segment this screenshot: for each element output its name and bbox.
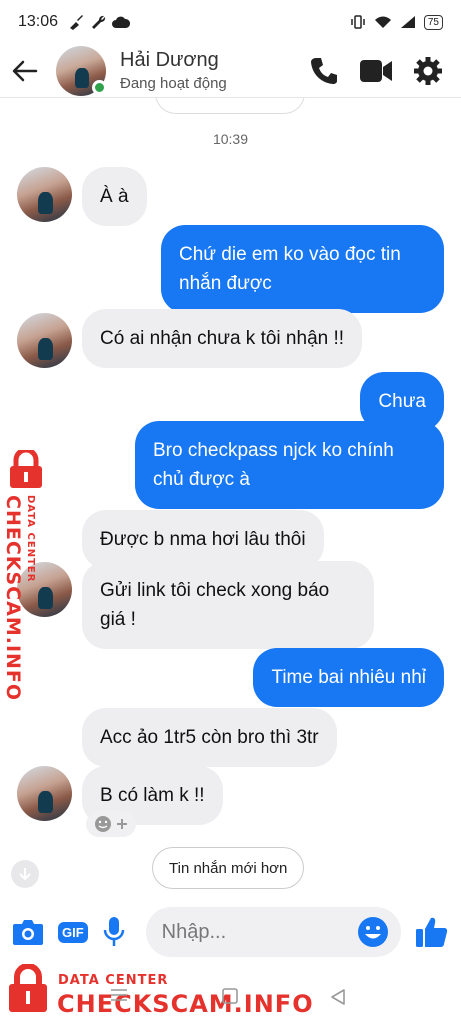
newer-messages-button[interactable]: Tin nhắn mới hơn xyxy=(152,847,305,889)
watermark-side: CHECKSCAM.INFO DATA CENTER xyxy=(0,450,50,701)
smiley-icon xyxy=(95,816,111,832)
avatar[interactable] xyxy=(17,313,72,368)
plus-icon xyxy=(117,819,127,829)
back-button[interactable] xyxy=(0,44,50,98)
emoji-icon[interactable] xyxy=(357,916,389,948)
message-input-placeholder: Nhập... xyxy=(161,920,227,943)
avatar[interactable] xyxy=(17,766,72,821)
chat-header: Hải Dương Đang hoạt động xyxy=(0,44,461,98)
message-list[interactable]: 10:39 À à Chứ die em ko vào đọc tin nhắn… xyxy=(0,98,461,896)
nav-menu-button[interactable] xyxy=(110,988,128,1002)
lock-icon xyxy=(10,450,42,488)
nav-back-button[interactable] xyxy=(330,988,346,1006)
arrow-left-icon xyxy=(12,60,38,81)
contact-status: Đang hoạt động xyxy=(120,75,227,92)
vibrate-icon xyxy=(351,15,365,29)
message-bubble[interactable]: Bro checkpass njck ko chính chủ được à xyxy=(135,421,444,509)
phone-call-icon[interactable] xyxy=(309,56,339,86)
add-reaction-button[interactable] xyxy=(86,811,136,837)
watermark-small: DATA CENTER xyxy=(58,973,169,988)
timestamp: 10:39 xyxy=(212,131,249,147)
contact-info[interactable]: Hải Dương Đang hoạt động xyxy=(120,49,227,92)
arrow-down-icon xyxy=(19,868,31,881)
message-line: chủ được à xyxy=(153,469,251,490)
gear-icon[interactable] xyxy=(413,56,443,86)
watermark-brand: CHECKSCAM.INFO xyxy=(2,495,24,702)
nav-home-button[interactable] xyxy=(222,988,238,1004)
gif-button[interactable]: GIF xyxy=(58,921,88,943)
message-line: Chứ die em ko vào đọc tin xyxy=(179,244,401,265)
status-bar: 13:06 75 xyxy=(0,0,461,44)
message-line: nhắn được xyxy=(179,273,272,294)
wifi-icon xyxy=(374,16,391,28)
square-icon xyxy=(222,988,238,1004)
status-time: 13:06 xyxy=(18,13,59,30)
contact-name: Hải Dương xyxy=(120,49,219,71)
signal-icon xyxy=(400,16,415,28)
online-indicator xyxy=(92,79,107,95)
broom-icon xyxy=(70,15,84,30)
microphone-icon[interactable] xyxy=(102,916,126,948)
video-call-icon[interactable] xyxy=(359,58,393,84)
camera-icon[interactable] xyxy=(12,918,44,946)
cloud-icon xyxy=(112,16,131,28)
message-bubble[interactable]: Gửi link tôi check xong báo giá ! xyxy=(82,561,374,649)
message-input[interactable]: Nhập... xyxy=(145,907,401,957)
battery-indicator: 75 xyxy=(423,14,443,30)
scroll-down-button[interactable] xyxy=(11,860,39,888)
triangle-back-icon xyxy=(331,989,345,1005)
message-line: giá ! xyxy=(100,609,136,630)
wrench-icon xyxy=(92,15,106,29)
menu-icon xyxy=(111,989,127,1001)
older-messages-button[interactable] xyxy=(155,98,305,114)
message-bubble[interactable]: Time bai nhiêu nhỉ xyxy=(253,648,444,707)
message-bubble[interactable]: Có ai nhận chưa k tôi nhận !! xyxy=(82,309,363,368)
watermark-brand: CHECKSCAM.INFO xyxy=(57,990,314,1018)
contact-avatar[interactable] xyxy=(56,45,107,96)
message-line: Gửi link tôi check xong báo xyxy=(100,580,330,601)
message-line: Bro checkpass njck ko chính xyxy=(153,440,394,461)
thumbs-up-icon[interactable] xyxy=(415,916,449,948)
message-bubble[interactable]: Acc ảo 1tr5 còn bro thì 3tr xyxy=(82,708,337,767)
message-bubble[interactable]: Chứ die em ko vào đọc tin nhắn được xyxy=(161,225,444,313)
message-bubble[interactable]: À à xyxy=(82,167,147,226)
watermark-small: DATA CENTER xyxy=(25,495,36,583)
avatar[interactable] xyxy=(17,167,72,222)
lock-icon xyxy=(9,964,47,1012)
bottom-bar: DATA CENTER CHECKSCAM.INFO xyxy=(0,964,461,1024)
composer: GIF Nhập... xyxy=(0,896,461,968)
